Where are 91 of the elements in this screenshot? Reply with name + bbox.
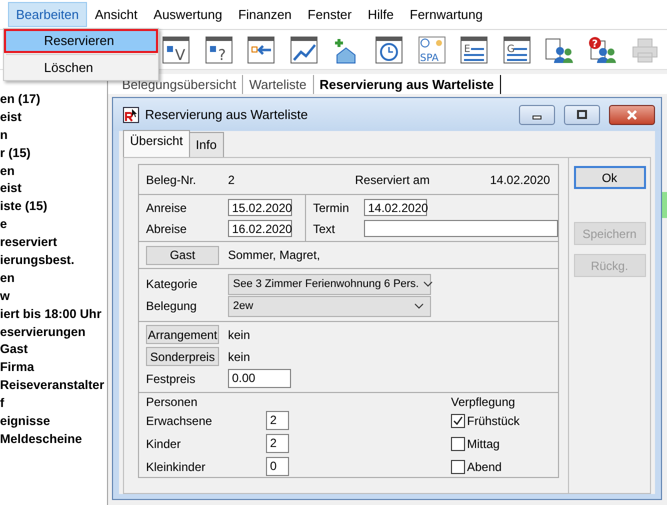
list-item[interactable]: en (17): [0, 90, 107, 108]
list-item[interactable]: n: [0, 126, 107, 144]
number-field[interactable]: 2: [266, 434, 289, 453]
field-value: 14.02.2020: [490, 172, 550, 187]
app-icon: [123, 106, 139, 122]
close-button[interactable]: [609, 104, 655, 124]
field-label: Text: [313, 222, 336, 236]
dropdown-value: See 3 Zimmer Ferienwohnung 6 Pers.: [233, 278, 419, 290]
section-label: Personen: [146, 395, 198, 409]
menu-item[interactable]: Fenster: [300, 2, 360, 27]
chevron-down-icon: [414, 303, 424, 310]
cell-background: [662, 192, 667, 218]
list-icon[interactable]: G: [502, 34, 532, 64]
dropdown[interactable]: 2ew: [228, 296, 431, 317]
grid-icon[interactable]: ?: [204, 34, 234, 64]
option-button[interactable]: Sonderpreis: [146, 347, 219, 366]
field-label: Kinder: [146, 436, 182, 450]
maximize-icon: [575, 110, 589, 120]
list-item[interactable]: en: [0, 162, 107, 180]
list-item[interactable]: Gast: [0, 340, 107, 358]
list-item[interactable]: eist: [0, 179, 107, 198]
list-item[interactable]: ierungsbest.: [0, 251, 107, 269]
maximize-button[interactable]: [564, 104, 600, 124]
menu-item[interactable]: Ansicht: [86, 2, 146, 27]
list-item[interactable]: iert bis 18:00 Uhr: [0, 304, 107, 323]
menu-item[interactable]: Bearbeiten: [8, 2, 87, 27]
menu-item[interactable]: Auswertung: [146, 2, 230, 27]
checkbox[interactable]: [451, 436, 465, 450]
checkbox-label: Frühstück: [467, 414, 520, 428]
checkbox-label: Mittag: [467, 436, 500, 450]
field-label: Kategorie: [146, 277, 198, 292]
checkbox[interactable]: [451, 414, 465, 428]
guest-name: Sommer, Magret,: [228, 248, 320, 262]
list-item[interactable]: Reiseveranstalter: [0, 376, 107, 394]
chart-icon[interactable]: [288, 34, 319, 64]
menu-item[interactable]: Hilfe: [360, 2, 402, 27]
field-label: Beleg-Nr.: [146, 172, 198, 187]
number-field[interactable]: 2: [266, 411, 289, 430]
list-item[interactable]: w: [0, 286, 107, 305]
close-icon: [625, 110, 639, 120]
document-tab[interactable]: Reservierung aus Warteliste: [314, 74, 501, 94]
text-field[interactable]: [364, 220, 558, 238]
checkbox[interactable]: [451, 460, 465, 474]
window-title: Reservierung aus Warteliste: [145, 107, 309, 122]
field-label: Abreise: [146, 222, 188, 236]
menu-item[interactable]: Reservieren: [6, 31, 156, 51]
list-item[interactable]: e: [0, 215, 107, 234]
field-label: Reserviert am: [355, 172, 431, 187]
field-value: 2: [228, 172, 236, 187]
minimize-button[interactable]: [519, 104, 555, 124]
field-value: kein: [228, 328, 250, 342]
option-button[interactable]: Arrangement: [146, 325, 219, 344]
list-item[interactable]: reserviert: [0, 233, 107, 252]
field-label: Termin: [313, 200, 350, 215]
list-item[interactable]: iste (15): [0, 197, 107, 216]
chevron-down-icon: [422, 281, 433, 288]
arrow-grid-icon[interactable]: [246, 34, 276, 64]
field-label: Erwachsene: [146, 414, 214, 428]
list-item[interactable]: Meldescheine: [0, 430, 107, 448]
number-field[interactable]: 0: [266, 457, 289, 476]
list-item[interactable]: Firma: [0, 358, 107, 376]
list-item[interactable]: f: [0, 394, 107, 412]
field-label: Belegung: [146, 299, 198, 314]
field-label: Kleinkinder: [146, 460, 206, 474]
list-item[interactable]: r (15): [0, 144, 107, 162]
date-field[interactable]: 15.02.2020: [228, 199, 292, 216]
document-tab[interactable]: Warteliste: [243, 74, 314, 94]
spa-icon[interactable]: SPA: [416, 34, 447, 64]
section-label: Verpflegung: [451, 395, 516, 409]
list-item[interactable]: en: [0, 268, 107, 287]
price-field[interactable]: 0.00: [228, 369, 291, 388]
menu-item[interactable]: Fernwartung: [402, 2, 491, 27]
grid-icon[interactable]: V: [161, 34, 191, 64]
menu-item[interactable]: Finanzen: [230, 2, 300, 27]
list-item[interactable]: eservierungen: [0, 322, 107, 340]
ok-button[interactable]: Ok: [574, 166, 646, 189]
field-value: kein: [228, 350, 250, 364]
checkbox-label: Abend: [467, 460, 502, 474]
list-item[interactable]: eignisse: [0, 412, 107, 430]
clock-icon[interactable]: [374, 34, 404, 64]
dropdown[interactable]: See 3 Zimmer Ferienwohnung 6 Pers.: [228, 274, 431, 295]
date-field[interactable]: 14.02.2020: [364, 199, 427, 216]
list-item[interactable]: eist: [0, 108, 107, 126]
field-label: Anreise: [146, 200, 188, 215]
guest-button[interactable]: Gast: [146, 246, 219, 265]
date-field[interactable]: 16.02.2020: [228, 220, 292, 238]
field-label: Festpreis: [146, 372, 196, 386]
dropdown-value: 2ew: [233, 300, 254, 312]
dialog-tab[interactable]: Übersicht: [123, 130, 190, 157]
dialog-tab[interactable]: Info: [188, 132, 224, 157]
list-icon[interactable]: E: [459, 34, 490, 64]
